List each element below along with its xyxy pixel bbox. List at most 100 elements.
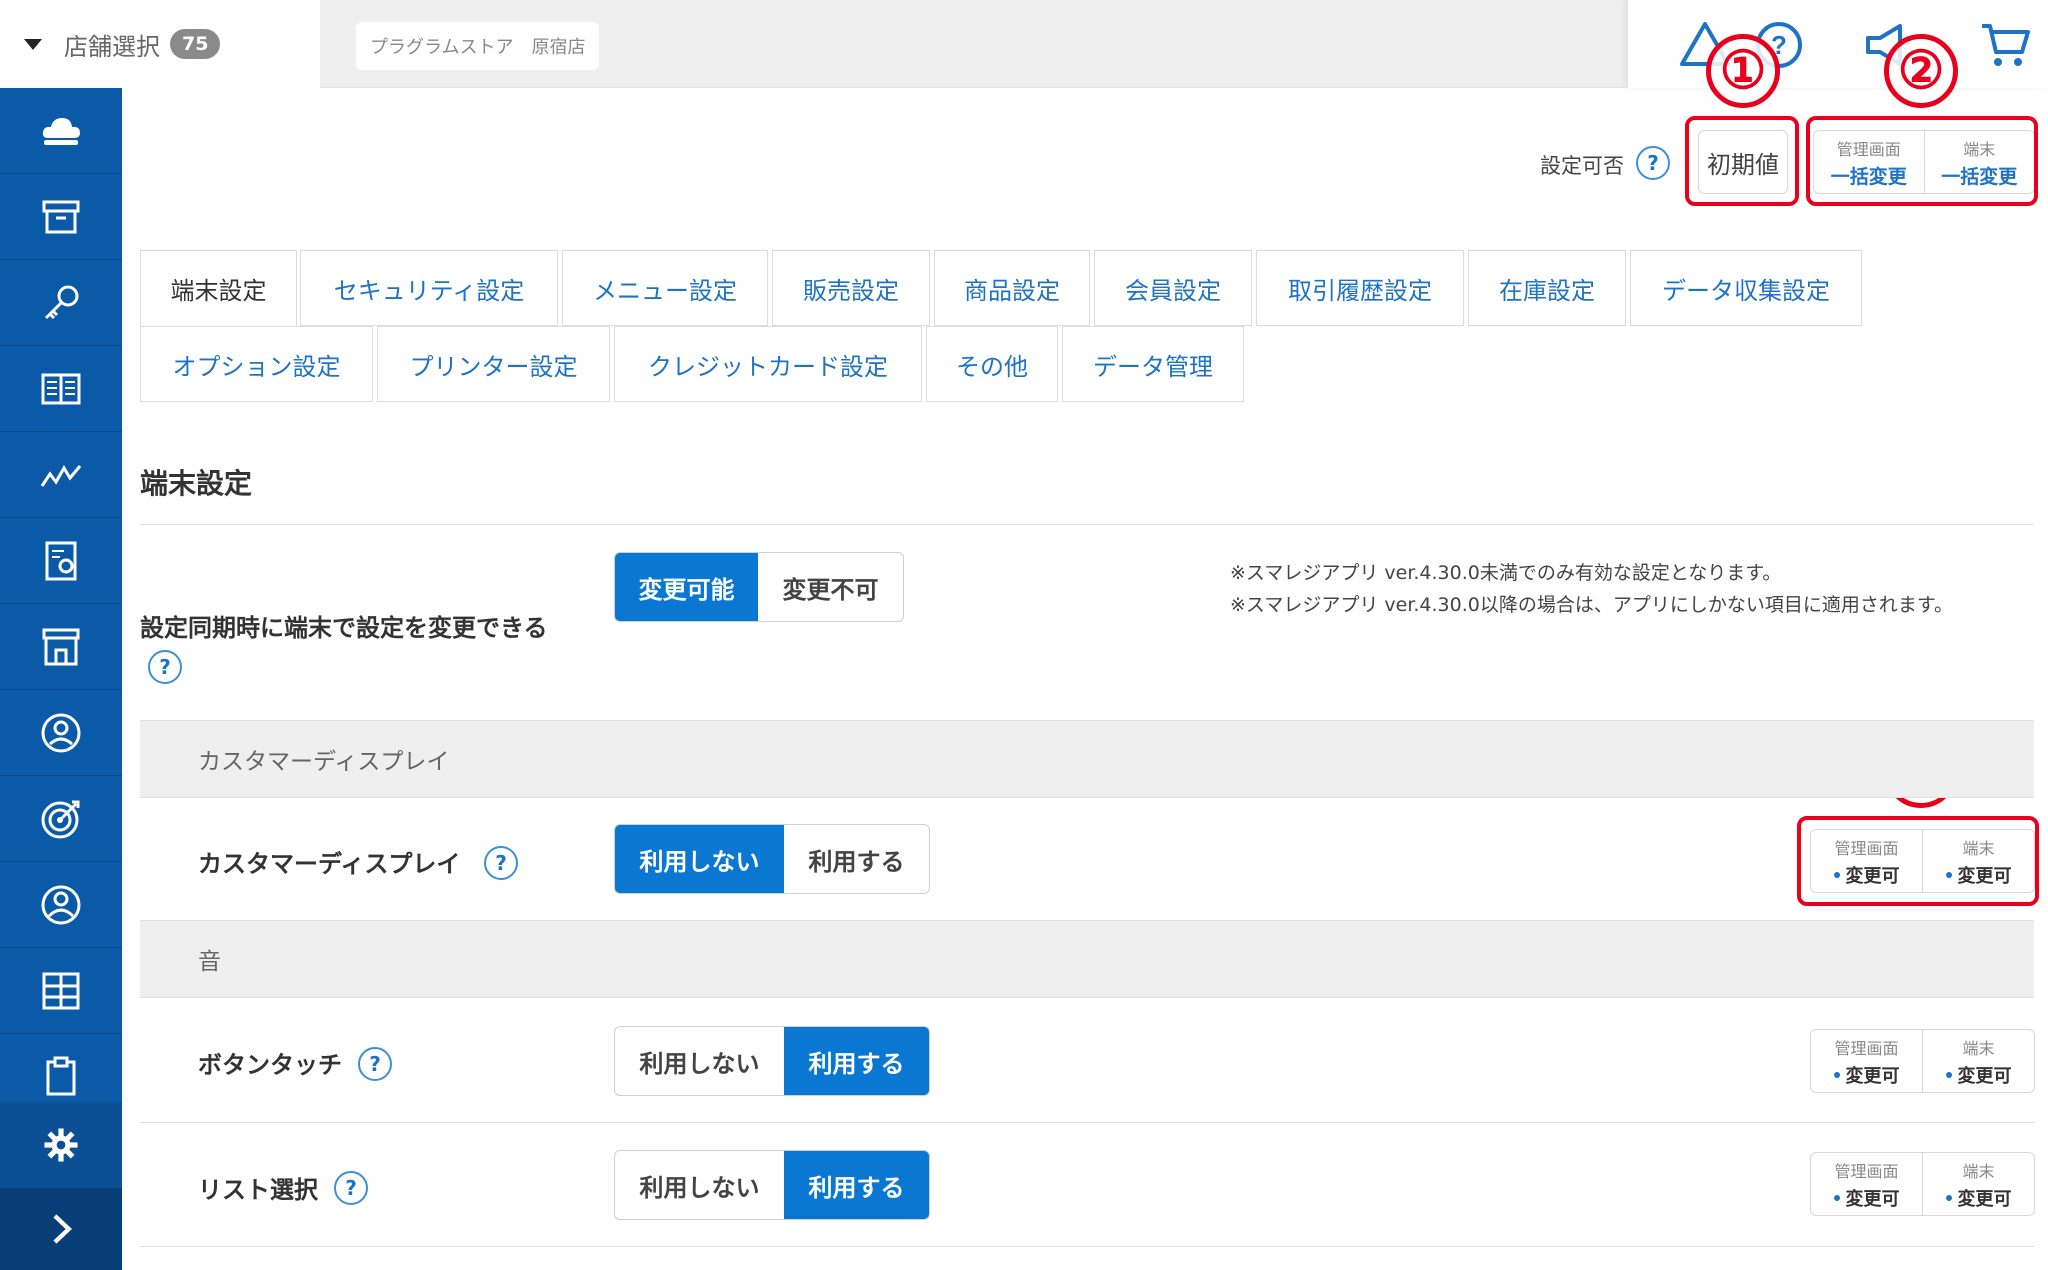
use-option[interactable]: 利用する — [783, 1151, 929, 1219]
tab-sales-settings[interactable]: 販売設定 — [772, 250, 930, 326]
changeable-option[interactable]: 変更可能 — [615, 553, 758, 621]
button-touch-permission: 管理画面 変更可 端末 変更可 — [1810, 1029, 2035, 1093]
sync-setting-label: 設定同期時に端末で設定を変更できる — [140, 614, 548, 642]
not-use-option[interactable]: 利用しない — [615, 1151, 784, 1219]
tab-terminal-settings[interactable]: 端末設定 — [140, 250, 297, 326]
terminal-value-text: 変更可 — [1957, 865, 2012, 887]
setting-permission-label: 設定可否 — [1540, 154, 1624, 178]
terminal-label: 端末 — [1962, 1161, 1995, 1181]
store-branch-name: 原宿店 — [531, 37, 586, 58]
cart-icon[interactable] — [1978, 18, 2032, 72]
annotation-box-1 — [1685, 116, 1799, 206]
tab-credit-card-settings[interactable]: クレジットカード設定 — [614, 326, 922, 402]
terminal-label: 端末 — [1962, 838, 1995, 858]
unchangeable-option[interactable]: 変更不可 — [758, 553, 903, 621]
gear-icon[interactable] — [0, 1102, 122, 1188]
tab-product-settings[interactable]: 商品設定 — [934, 250, 1090, 326]
admin-label: 管理画面 — [1834, 1161, 1899, 1181]
tab-printer-settings[interactable]: プリンター設定 — [377, 326, 610, 402]
button-touch-label: ボタンタッチ — [198, 1051, 342, 1079]
tab-member-settings[interactable]: 会員設定 — [1094, 250, 1252, 326]
store-select-dropdown[interactable]: 店舗選択 75 — [0, 0, 320, 88]
tab-inventory-settings[interactable]: 在庫設定 — [1468, 250, 1626, 326]
tab-data-collection-settings[interactable]: データ収集設定 — [1630, 250, 1862, 326]
admin-value: 変更可 — [1833, 1062, 1900, 1088]
help-icon[interactable]: ? — [358, 1047, 392, 1081]
admin-value: 変更可 — [1833, 1185, 1900, 1211]
terminal-permission-cell[interactable]: 端末 変更可 — [1922, 1153, 2034, 1215]
help-icon[interactable]: ? — [148, 650, 182, 684]
cloud-icon[interactable] — [0, 88, 122, 174]
button-touch-toggle: 利用しない 利用する — [614, 1026, 930, 1096]
status-dot — [1945, 871, 1952, 878]
annotation-number-2: ② — [1884, 34, 1958, 108]
help-icon[interactable]: ? — [334, 1171, 368, 1205]
admin-permission-cell[interactable]: 管理画面 変更可 — [1811, 830, 1922, 892]
terminal-label: 端末 — [1962, 1038, 1995, 1058]
grid-icon[interactable] — [0, 948, 122, 1034]
status-dot — [1833, 1194, 1840, 1201]
store-count-badge: 75 — [170, 29, 221, 59]
section-title: 端末設定 — [140, 467, 253, 500]
top-icon-group: ? — [1628, 0, 2048, 88]
caret-down-icon — [24, 38, 42, 50]
not-use-option[interactable]: 利用しない — [615, 1027, 784, 1095]
status-dot — [1945, 1071, 1952, 1078]
help-icon[interactable]: ? — [484, 846, 518, 880]
admin-value-text: 変更可 — [1845, 865, 1900, 887]
terminal-permission-cell[interactable]: 端末 変更可 — [1922, 1030, 2034, 1092]
use-option[interactable]: 利用する — [783, 1027, 929, 1095]
list-select-permission: 管理画面 変更可 端末 変更可 — [1810, 1152, 2035, 1216]
store-company-name: プラグラムストア — [370, 37, 514, 58]
customer-display-label: カスタマーディスプレイ — [198, 850, 461, 878]
divider — [140, 1122, 2034, 1123]
sidebar — [0, 88, 122, 1270]
tab-other[interactable]: その他 — [926, 326, 1058, 402]
tab-data-management[interactable]: データ管理 — [1062, 326, 1244, 402]
report-icon[interactable] — [0, 518, 122, 604]
group-header-customer-display: カスタマーディスプレイ — [140, 720, 2034, 798]
key-icon[interactable] — [0, 260, 122, 346]
terminal-value: 変更可 — [1945, 1062, 2012, 1088]
terminal-value: 変更可 — [1945, 862, 2012, 888]
store-select-label: 店舗選択 — [64, 32, 160, 61]
tab-transaction-history-settings[interactable]: 取引履歴設定 — [1256, 250, 1464, 326]
staff-icon[interactable] — [0, 862, 122, 948]
admin-value-text: 変更可 — [1845, 1065, 1900, 1087]
admin-permission-cell[interactable]: 管理画面 変更可 — [1811, 1030, 1922, 1092]
version-note-2: ※スマレジアプリ ver.4.30.0以降の場合は、アプリにしかない項目に適用さ… — [1230, 594, 1953, 616]
customer-display-permission: 管理画面 変更可 端末 変更可 — [1810, 829, 2035, 893]
customer-display-toggle: 利用しない 利用する — [614, 824, 930, 894]
book-icon[interactable] — [0, 346, 122, 432]
tab-menu-settings[interactable]: メニュー設定 — [562, 250, 768, 326]
store-icon[interactable] — [0, 604, 122, 690]
chart-icon[interactable] — [0, 432, 122, 518]
admin-value: 変更可 — [1833, 862, 1900, 888]
admin-label: 管理画面 — [1834, 838, 1899, 858]
help-icon[interactable]: ? — [1636, 146, 1670, 180]
terminal-permission-cell[interactable]: 端末 変更可 — [1922, 830, 2034, 892]
tab-security-settings[interactable]: セキュリティ設定 — [300, 250, 558, 326]
archive-icon[interactable] — [0, 174, 122, 260]
customer-icon[interactable] — [0, 690, 122, 776]
list-select-toggle: 利用しない 利用する — [614, 1150, 930, 1220]
admin-permission-cell[interactable]: 管理画面 変更可 — [1811, 1153, 1922, 1215]
annotation-box-2 — [1806, 116, 2038, 206]
divider — [140, 524, 2034, 525]
not-use-option[interactable]: 利用しない — [615, 825, 784, 893]
status-dot — [1945, 1194, 1952, 1201]
terminal-value-text: 変更可 — [1957, 1065, 2012, 1087]
current-store-chip: プラグラムストア 原宿店 — [356, 22, 600, 70]
version-note-1: ※スマレジアプリ ver.4.30.0未満でのみ有効な設定となります。 — [1230, 562, 1782, 584]
admin-value-text: 変更可 — [1845, 1188, 1900, 1210]
status-dot — [1833, 1071, 1840, 1078]
use-option[interactable]: 利用する — [784, 825, 929, 893]
divider — [140, 1246, 2034, 1247]
tab-option-settings[interactable]: オプション設定 — [140, 326, 373, 402]
terminal-value-text: 変更可 — [1957, 1188, 2012, 1210]
group-header-sound: 音 — [140, 920, 2034, 998]
list-select-label: リスト選択 — [198, 1176, 318, 1204]
terminal-value: 変更可 — [1945, 1185, 2012, 1211]
target-icon[interactable] — [0, 776, 122, 862]
chevron-right-icon[interactable] — [0, 1188, 122, 1270]
